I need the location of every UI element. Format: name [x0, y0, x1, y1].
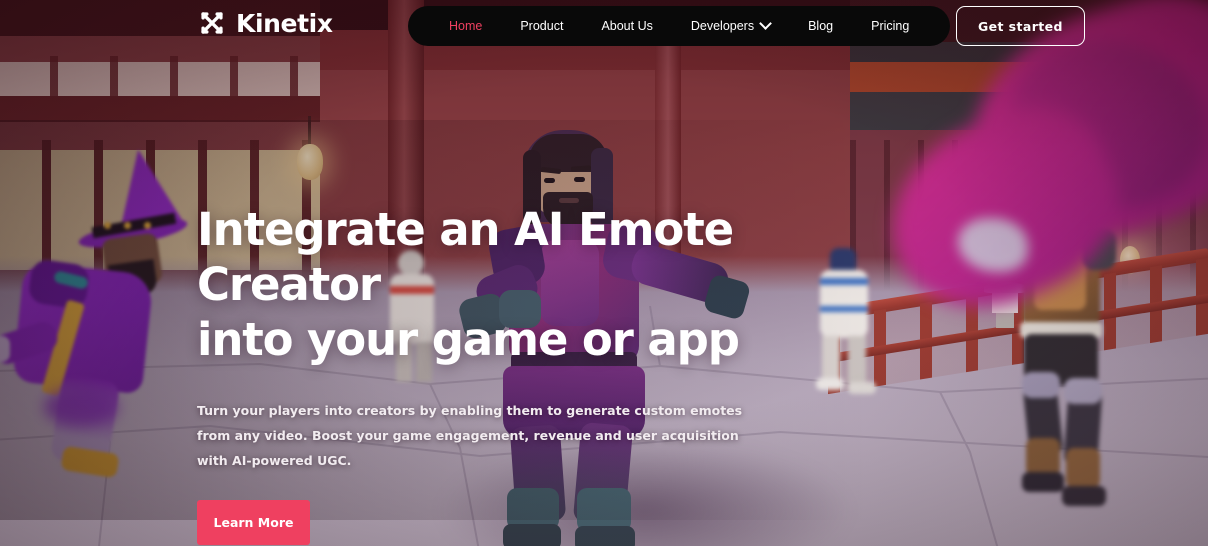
nav-item-home[interactable]: Home	[430, 6, 501, 46]
nav-item-pricing-label: Pricing	[871, 19, 910, 33]
scene-lantern-string	[308, 116, 311, 146]
nav-links-pill: Home Product About Us Developers Blog Pr…	[408, 6, 951, 46]
hero-headline: Integrate an AI Emote Creator into your …	[197, 202, 837, 367]
hero-headline-line1: Integrate an AI Emote Creator	[197, 203, 734, 311]
learn-more-button[interactable]: Learn More	[197, 500, 310, 545]
brand-name: Kinetix	[236, 8, 333, 38]
scene-avatar-wizard	[0, 143, 230, 480]
top-navigation-bar: Kinetix Home Product About Us Developers…	[0, 0, 1208, 52]
nav-item-blog[interactable]: Blog	[789, 6, 852, 46]
scene-paper-lantern	[297, 144, 323, 180]
hero-subcopy: Turn your players into creators by enabl…	[197, 403, 743, 468]
kinetix-x-mark-icon	[201, 12, 223, 34]
nav-item-home-label: Home	[449, 19, 483, 33]
hero-headline-line2: into your game or app	[197, 313, 740, 366]
nav-item-developers-label: Developers	[690, 19, 755, 33]
scene-foreground-purple-blur	[44, 388, 118, 426]
nav-item-pricing[interactable]: Pricing	[852, 6, 928, 46]
nav-item-developers[interactable]: Developers	[672, 6, 789, 46]
landing-page: Kinetix Home Product About Us Developers…	[0, 0, 1208, 546]
nav-item-about-us[interactable]: About Us	[582, 6, 671, 46]
nav-item-product[interactable]: Product	[501, 6, 582, 46]
nav-item-about-us-label: About Us	[601, 19, 653, 33]
nav-item-blog-label: Blog	[808, 19, 834, 33]
nav-item-product-label: Product	[520, 19, 564, 33]
chevron-down-icon	[759, 16, 772, 30]
get-started-button[interactable]: Get started	[956, 6, 1085, 46]
hero-content: Integrate an AI Emote Creator into your …	[197, 202, 837, 545]
brand-logo-link[interactable]: Kinetix	[197, 8, 333, 38]
